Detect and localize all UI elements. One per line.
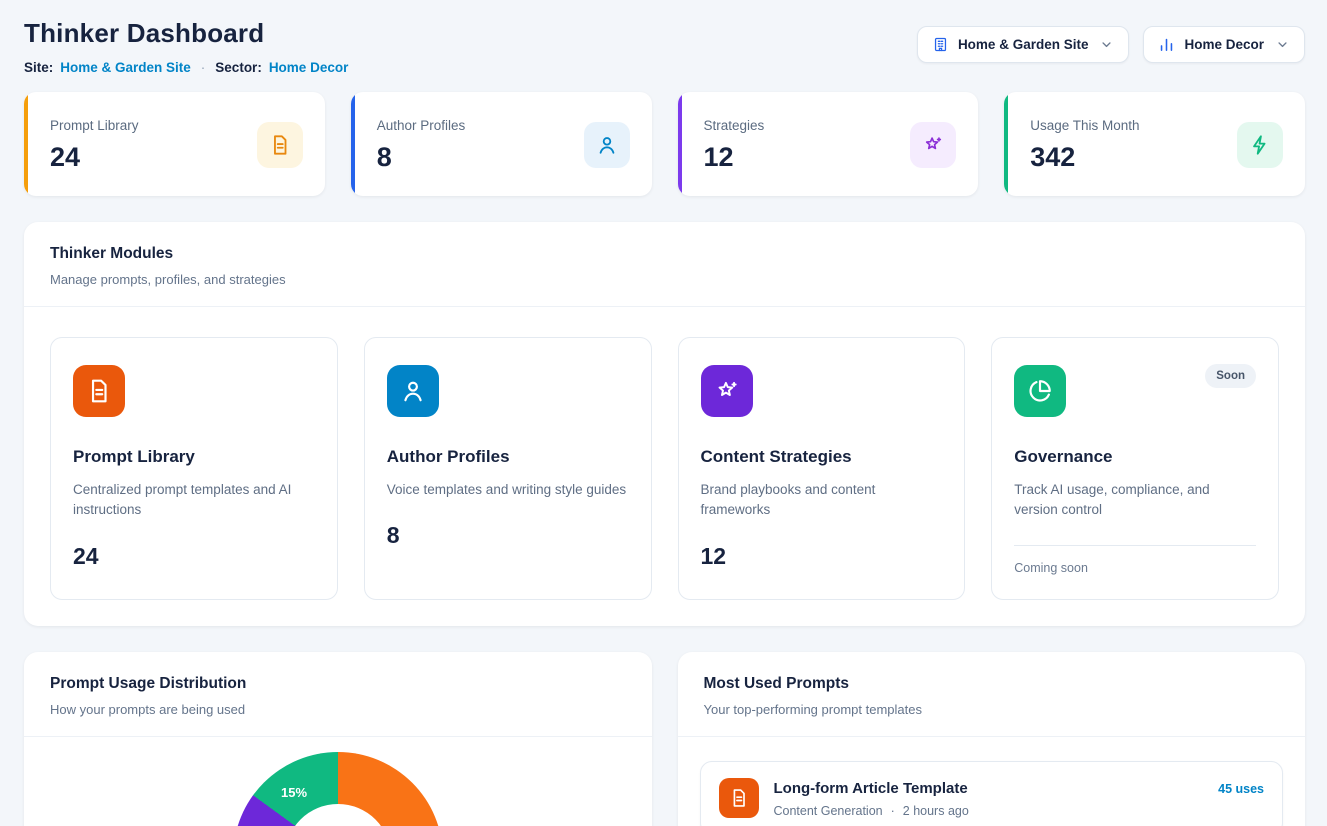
- usage-donut-chart: 15%: [233, 752, 443, 826]
- separator-dot: ·: [891, 804, 895, 818]
- breadcrumb: Site: Home & Garden Site · Sector: Home …: [24, 60, 348, 75]
- module-card-governance[interactable]: Soon Governance Track AI usage, complian…: [991, 337, 1279, 600]
- bottom-row: Prompt Usage Distribution How your promp…: [24, 652, 1305, 826]
- prompt-list: Long-form Article Template Content Gener…: [678, 737, 1306, 826]
- module-description: Track AI usage, compliance, and version …: [1014, 480, 1256, 521]
- accent-bar: [678, 92, 682, 196]
- sector-label: Sector:: [215, 60, 262, 75]
- site-selector-dropdown[interactable]: Home & Garden Site: [917, 26, 1130, 63]
- soon-badge: Soon: [1205, 364, 1256, 388]
- chevron-down-icon: [1275, 37, 1290, 52]
- list-item[interactable]: Long-form Article Template Content Gener…: [700, 761, 1284, 826]
- module-count: 8: [387, 522, 629, 549]
- stat-value: 12: [704, 142, 765, 173]
- accent-bar: [1004, 92, 1008, 196]
- person-icon: [584, 122, 630, 168]
- stat-info: Prompt Library 24: [50, 118, 139, 173]
- bar-chart-icon: [1158, 36, 1175, 53]
- document-icon: [719, 778, 759, 818]
- module-title: Prompt Library: [73, 447, 315, 467]
- donut-segment-label: 15%: [281, 785, 307, 800]
- stat-info: Usage This Month 342: [1030, 118, 1139, 173]
- item-uses-badge: 45 uses: [1218, 782, 1264, 796]
- site-link[interactable]: Home & Garden Site: [60, 60, 191, 75]
- panel-subtitle: Manage prompts, profiles, and strategies: [50, 272, 1279, 287]
- sector-link[interactable]: Home Decor: [269, 60, 349, 75]
- chart-area: 15%: [24, 737, 652, 826]
- module-title: Author Profiles: [387, 447, 629, 467]
- modules-grid: Prompt Library Centralized prompt templa…: [24, 307, 1305, 626]
- header-left: Thinker Dashboard Site: Home & Garden Si…: [24, 18, 348, 75]
- lightning-icon: [1237, 122, 1283, 168]
- stat-label: Author Profiles: [377, 118, 466, 133]
- stat-card-prompt-library: Prompt Library 24: [24, 92, 325, 196]
- stat-label: Prompt Library: [50, 118, 139, 133]
- module-count: 24: [73, 543, 315, 570]
- stat-info: Strategies 12: [704, 118, 765, 173]
- stat-value: 24: [50, 142, 139, 173]
- document-icon: [257, 122, 303, 168]
- accent-bar: [24, 92, 28, 196]
- module-description: Centralized prompt templates and AI inst…: [73, 480, 315, 521]
- person-icon: [387, 365, 439, 417]
- document-icon: [73, 365, 125, 417]
- module-description: Brand playbooks and content frameworks: [701, 480, 943, 521]
- stat-card-strategies: Strategies 12: [678, 92, 979, 196]
- stat-label: Strategies: [704, 118, 765, 133]
- header-selectors: Home & Garden Site Home Decor: [917, 26, 1305, 63]
- module-title: Governance: [1014, 447, 1256, 467]
- most-used-prompts-panel: Most Used Prompts Your top-performing pr…: [678, 652, 1306, 826]
- accent-bar: [351, 92, 355, 196]
- item-time: 2 hours ago: [903, 804, 969, 818]
- page-title: Thinker Dashboard: [24, 18, 348, 49]
- stat-value: 8: [377, 142, 466, 173]
- panel-title: Prompt Usage Distribution: [50, 675, 626, 693]
- module-card-author-profiles[interactable]: Author Profiles Voice templates and writ…: [364, 337, 652, 600]
- panel-header: Thinker Modules Manage prompts, profiles…: [24, 222, 1305, 307]
- separator-dot: ·: [198, 60, 209, 75]
- panel-subtitle: How your prompts are being used: [50, 702, 626, 717]
- panel-header: Prompt Usage Distribution How your promp…: [24, 652, 652, 737]
- top-bar: Thinker Dashboard Site: Home & Garden Si…: [24, 18, 1305, 75]
- module-card-prompt-library[interactable]: Prompt Library Centralized prompt templa…: [50, 337, 338, 600]
- pie-chart-icon: [1014, 365, 1066, 417]
- chevron-down-icon: [1099, 37, 1114, 52]
- panel-title: Most Used Prompts: [704, 675, 1280, 693]
- stats-row: Prompt Library 24 Author Profiles 8 Stra…: [24, 92, 1305, 196]
- stat-info: Author Profiles 8: [377, 118, 466, 173]
- item-title: Long-form Article Template: [774, 780, 969, 797]
- sector-selector-label: Home Decor: [1184, 37, 1264, 52]
- stat-card-usage: Usage This Month 342: [1004, 92, 1305, 196]
- sparkle-star-icon: [910, 122, 956, 168]
- building-icon: [932, 36, 949, 53]
- item-info: Long-form Article Template Content Gener…: [774, 778, 969, 818]
- prompt-usage-panel: Prompt Usage Distribution How your promp…: [24, 652, 652, 826]
- module-description: Voice templates and writing style guides: [387, 480, 629, 500]
- module-card-content-strategies[interactable]: Content Strategies Brand playbooks and c…: [678, 337, 966, 600]
- site-selector-label: Home & Garden Site: [958, 37, 1089, 52]
- module-count: 12: [701, 543, 943, 570]
- item-category: Content Generation: [774, 804, 883, 818]
- dashboard-page: Thinker Dashboard Site: Home & Garden Si…: [0, 0, 1327, 826]
- module-title: Content Strategies: [701, 447, 943, 467]
- site-label: Site:: [24, 60, 53, 75]
- item-meta: Content Generation · 2 hours ago: [774, 804, 969, 818]
- panel-title: Thinker Modules: [50, 245, 1279, 263]
- sector-selector-dropdown[interactable]: Home Decor: [1143, 26, 1305, 63]
- coming-soon-label: Coming soon: [1014, 545, 1256, 575]
- panel-subtitle: Your top-performing prompt templates: [704, 702, 1280, 717]
- panel-header: Most Used Prompts Your top-performing pr…: [678, 652, 1306, 737]
- stat-label: Usage This Month: [1030, 118, 1139, 133]
- stat-value: 342: [1030, 142, 1139, 173]
- stat-card-author-profiles: Author Profiles 8: [351, 92, 652, 196]
- thinker-modules-panel: Thinker Modules Manage prompts, profiles…: [24, 222, 1305, 626]
- sparkle-star-icon: [701, 365, 753, 417]
- usage-donut: [233, 752, 443, 826]
